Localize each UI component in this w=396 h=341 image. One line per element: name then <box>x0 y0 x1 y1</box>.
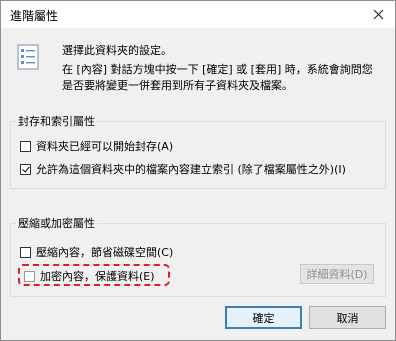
folder-settings-icon <box>17 44 39 70</box>
allow-index-checkbox[interactable] <box>20 163 31 175</box>
details-button[interactable]: 詳細資料(D) <box>300 264 374 284</box>
archive-index-group-title: 封存和索引屬性 <box>16 113 97 129</box>
close-icon <box>373 9 383 20</box>
compress-label: 壓縮內容，節省磁碟空間(C) <box>36 246 174 259</box>
allow-index-option[interactable]: 允許為這個資料夾中的檔案內容建立索引 (除了檔案屬性之外)(I) <box>20 161 346 177</box>
archive-ready-option[interactable]: 資料夾已經可以開始封存(A) <box>20 138 173 154</box>
header-description: 選擇此資料夾的設定。 <box>62 44 172 57</box>
allow-index-label: 允許為這個資料夾中的檔案內容建立索引 (除了檔案屬性之外)(I) <box>36 163 346 176</box>
compress-checkbox[interactable] <box>20 246 31 258</box>
dialog-title: 進階屬性 <box>10 9 59 23</box>
ok-button[interactable]: 確定 <box>225 306 302 329</box>
header-note: 在 [內容] 對話方塊中按一下 [確定] 或 [套用] 時，系統會詢問您是否要將… <box>62 63 373 92</box>
title-bar: 進階屬性 <box>1 1 395 28</box>
advanced-attributes-dialog: 進階屬性 選擇此資料夾的設定。 在 [內容] 對話方塊中按一下 [確定] 或 [… <box>0 0 396 341</box>
cancel-button[interactable]: 取消 <box>309 306 386 329</box>
encrypt-label: 加密內容，保護資料(E) <box>40 270 155 283</box>
close-button[interactable] <box>361 1 395 28</box>
archive-ready-label: 資料夾已經可以開始封存(A) <box>36 140 174 153</box>
archive-ready-checkbox[interactable] <box>20 140 31 152</box>
compress-encrypt-group-title: 壓縮或加密屬性 <box>16 215 97 231</box>
compress-option[interactable]: 壓縮內容，節省磁碟空間(C) <box>20 244 173 260</box>
archive-index-group <box>10 121 386 189</box>
encrypt-option[interactable]: 加密內容，保護資料(E) <box>24 268 155 284</box>
encrypt-checkbox[interactable] <box>24 270 35 282</box>
